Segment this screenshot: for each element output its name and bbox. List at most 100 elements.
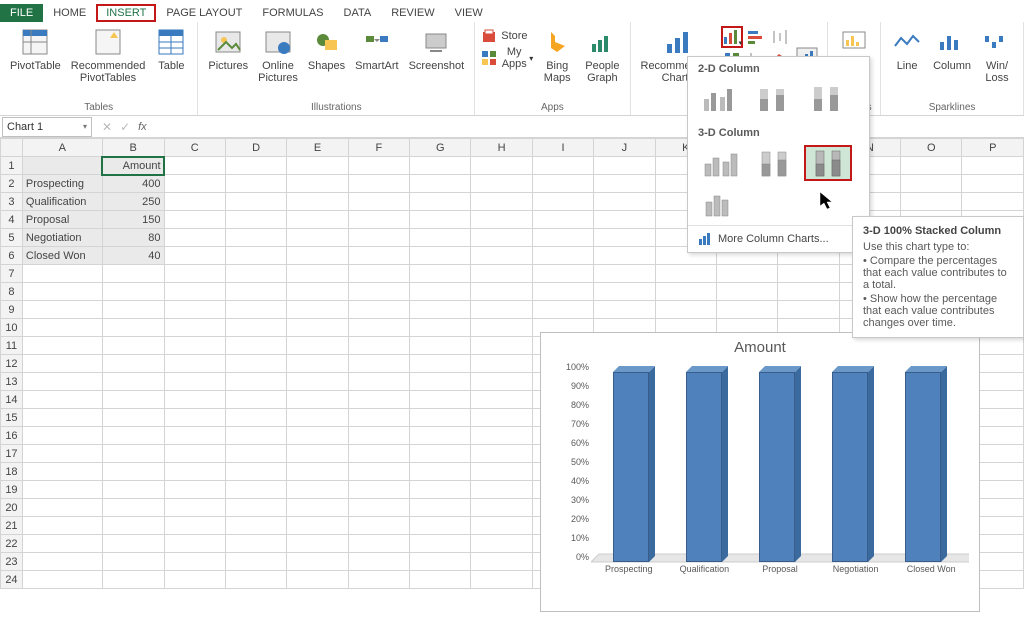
cell[interactable] [164,175,225,193]
cell[interactable] [471,445,532,463]
cell[interactable] [225,193,286,211]
cell[interactable] [102,463,164,481]
cell[interactable] [410,409,471,427]
cell[interactable]: Negotiation [22,229,102,247]
cell[interactable] [471,211,532,229]
cell[interactable] [471,553,532,571]
col-header[interactable]: D [225,139,286,157]
cell[interactable] [287,481,348,499]
cell[interactable] [225,283,286,301]
row-header[interactable]: 23 [1,553,23,571]
cell[interactable] [102,337,164,355]
cell[interactable] [225,391,286,409]
cell[interactable] [287,193,348,211]
cell[interactable] [410,337,471,355]
row-header[interactable]: 18 [1,463,23,481]
cell[interactable] [164,517,225,535]
cell[interactable] [348,265,409,283]
cell[interactable] [471,301,532,319]
cell[interactable] [164,355,225,373]
cell[interactable] [164,571,225,589]
cell[interactable] [348,535,409,553]
cell[interactable] [164,211,225,229]
chart-3d-stacked[interactable] [750,145,798,181]
cell[interactable] [901,193,962,211]
cell[interactable] [164,283,225,301]
cell[interactable] [410,319,471,337]
cell[interactable] [471,265,532,283]
spark-winloss-button[interactable]: Win/ Loss [977,24,1017,86]
chart-2d-clustered[interactable] [696,81,744,117]
cell[interactable] [410,391,471,409]
cell[interactable] [164,229,225,247]
row-header[interactable]: 10 [1,319,23,337]
row-header[interactable]: 16 [1,427,23,445]
tab-formulas[interactable]: FORMULAS [252,4,333,22]
col-header[interactable]: P [962,139,1024,157]
people-graph-button[interactable]: People Graph [581,24,623,86]
cell[interactable] [410,301,471,319]
cell[interactable] [655,265,716,283]
cell[interactable] [22,409,102,427]
cell[interactable] [164,535,225,553]
cell[interactable] [348,553,409,571]
tab-home[interactable]: HOME [43,4,96,22]
cell[interactable] [287,211,348,229]
cell[interactable] [778,301,839,319]
cell[interactable]: 250 [102,193,164,211]
cell[interactable] [225,157,286,175]
row-header[interactable]: 17 [1,445,23,463]
pictures-button[interactable]: Pictures [204,24,252,86]
cell[interactable] [410,499,471,517]
cell[interactable] [102,445,164,463]
cell[interactable] [287,373,348,391]
cell[interactable] [410,283,471,301]
cell[interactable]: 400 [102,175,164,193]
cell[interactable] [655,283,716,301]
cell[interactable] [778,265,839,283]
enter-icon[interactable]: ✓ [120,120,130,134]
cell[interactable] [225,229,286,247]
cell[interactable] [410,193,471,211]
cell[interactable] [287,409,348,427]
row-header[interactable]: 7 [1,265,23,283]
cell[interactable] [102,481,164,499]
cell[interactable] [225,301,286,319]
row-header[interactable]: 3 [1,193,23,211]
smartart-button[interactable]: SmartArt [351,24,402,86]
cell[interactable] [348,463,409,481]
row-header[interactable]: 6 [1,247,23,265]
cell[interactable] [348,499,409,517]
cell[interactable] [471,193,532,211]
cell[interactable] [22,517,102,535]
col-header[interactable]: C [164,139,225,157]
cell[interactable] [164,481,225,499]
col-header[interactable]: E [287,139,348,157]
cell[interactable] [348,373,409,391]
cell[interactable] [532,229,593,247]
row-header[interactable]: 15 [1,409,23,427]
cell[interactable] [410,445,471,463]
col-header[interactable]: B [102,139,164,157]
cell[interactable] [962,175,1024,193]
cell[interactable] [348,319,409,337]
cell[interactable] [102,535,164,553]
tab-data[interactable]: DATA [334,4,382,22]
cell[interactable] [471,517,532,535]
cell[interactable] [22,571,102,589]
cell[interactable] [225,373,286,391]
col-header[interactable]: A [22,139,102,157]
recommended-pivottables-button[interactable]: Recommended PivotTables [67,24,150,86]
row-header[interactable]: 8 [1,283,23,301]
cell[interactable] [532,193,593,211]
col-header[interactable]: F [348,139,409,157]
cell[interactable] [716,301,777,319]
cell[interactable] [655,301,716,319]
name-box[interactable]: Chart 1 ▾ [2,117,92,137]
cell[interactable] [287,157,348,175]
cell[interactable] [225,409,286,427]
cell[interactable] [532,211,593,229]
cell[interactable] [410,265,471,283]
col-header[interactable]: I [532,139,593,157]
spark-line-button[interactable]: Line [887,24,927,86]
